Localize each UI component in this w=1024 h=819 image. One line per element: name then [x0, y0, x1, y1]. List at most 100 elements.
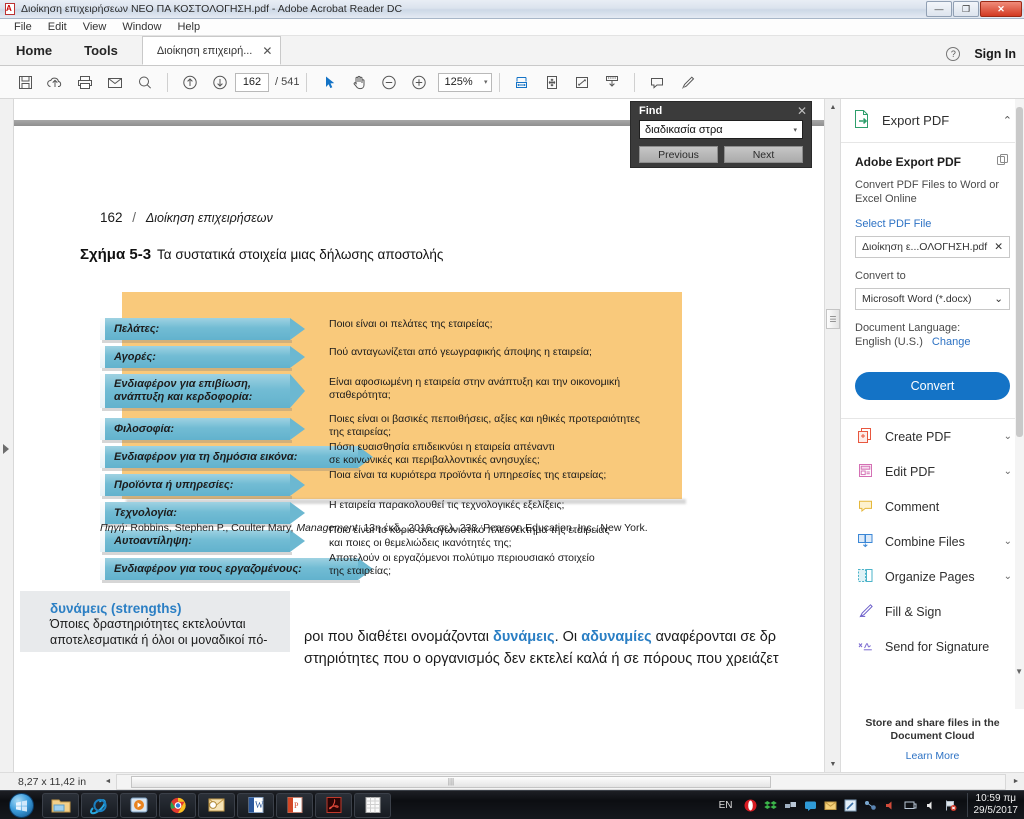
taskbar-clock[interactable]: 10:59 πμ 29/5/2017 — [966, 793, 1018, 817]
taskbar-media-player[interactable] — [120, 792, 157, 818]
print-icon[interactable] — [70, 67, 100, 97]
search-icon[interactable] — [130, 67, 160, 97]
hand-tool-icon[interactable] — [344, 67, 374, 97]
tool-icon[interactable] — [843, 798, 858, 813]
scroll-left-icon[interactable]: ◄ — [100, 774, 116, 790]
find-next-button[interactable]: Next — [724, 146, 803, 163]
network-icon[interactable] — [783, 798, 798, 813]
select-tool-icon[interactable] — [314, 67, 344, 97]
speaker-icon[interactable] — [883, 798, 898, 813]
learn-more-link[interactable]: Learn More — [851, 750, 1014, 762]
taskbar-outlook[interactable] — [198, 792, 235, 818]
document-language-value: English (U.S.) — [855, 336, 923, 348]
close-icon[interactable]: ✕ — [797, 104, 807, 118]
tools-panel-scrollbar[interactable]: ▼ — [1015, 99, 1024, 772]
highlight-icon[interactable] — [672, 67, 702, 97]
export-pdf-header[interactable]: Export PDF ⌃ — [841, 99, 1024, 143]
upload-cloud-icon[interactable] — [40, 67, 70, 97]
diagram-row-label-line: Ενδιαφέρον για επιβίωση, — [114, 378, 251, 390]
scroll-up-icon[interactable]: ▲ — [825, 99, 840, 115]
chevron-down-icon[interactable]: ▾ — [793, 126, 797, 134]
taskbar-google-chrome[interactable] — [159, 792, 196, 818]
volume-icon[interactable] — [923, 798, 938, 813]
selected-file-field[interactable]: Διοίκηση ε...ΟΛΟΓΗΣΗ.pdf ✕ — [855, 236, 1010, 258]
organize-pages-icon — [857, 567, 874, 587]
body-text-column: ροι που διαθέτει ονομάζονται δυνάμεις. Ο… — [304, 626, 824, 666]
display-icon[interactable] — [903, 798, 918, 813]
copy-icon[interactable] — [996, 153, 1010, 170]
tab-document[interactable]: Διοίκηση επιχειρή... ✕ — [141, 36, 282, 65]
mail-icon[interactable] — [823, 798, 838, 813]
taskbar-spreadsheet[interactable] — [354, 792, 391, 818]
next-page-icon[interactable] — [205, 67, 235, 97]
expand-navigation-icon[interactable] — [3, 444, 9, 454]
taskbar-adobe-reader[interactable] — [315, 792, 352, 818]
tools-scroll-down-icon[interactable]: ▼ — [1015, 667, 1023, 676]
scroll-right-icon[interactable]: ► — [1008, 774, 1024, 790]
language-indicator[interactable]: EN — [719, 800, 733, 811]
menu-item-help[interactable]: Help — [169, 20, 208, 34]
fit-page-icon[interactable] — [537, 67, 567, 97]
taskbar-windows-explorer[interactable] — [42, 792, 79, 818]
chevron-up-icon[interactable]: ⌃ — [1003, 114, 1012, 127]
document-vertical-scrollbar[interactable]: ▲ ☰ ▼ — [824, 99, 840, 772]
opera-icon[interactable] — [743, 798, 758, 813]
chevron-down-icon[interactable]: ⌄ — [1004, 431, 1012, 442]
sign-in-button[interactable]: Sign In — [974, 47, 1016, 61]
menu-item-file[interactable]: File — [6, 20, 40, 34]
chevron-down-icon[interactable]: ⌄ — [1004, 571, 1012, 582]
flag-alert-icon[interactable] — [943, 798, 958, 813]
taskbar-internet-explorer[interactable] — [81, 792, 118, 818]
save-icon[interactable] — [10, 67, 40, 97]
horizontal-scrollbar[interactable]: ||| — [116, 773, 1006, 790]
close-button[interactable]: ✕ — [980, 1, 1022, 17]
share-icon[interactable] — [863, 798, 878, 813]
tab-home[interactable]: Home — [0, 36, 68, 65]
dropbox-icon[interactable] — [763, 798, 778, 813]
chevron-down-icon[interactable]: ⌄ — [1004, 536, 1012, 547]
page-total-label: / 541 — [275, 76, 300, 88]
tool-comment[interactable]: Comment — [841, 489, 1024, 524]
menu-item-window[interactable]: Window — [114, 20, 169, 34]
tab-tools[interactable]: Tools — [68, 36, 134, 65]
clear-file-icon[interactable]: ✕ — [994, 241, 1003, 253]
convert-button[interactable]: Convert — [855, 372, 1010, 400]
select-pdf-file-link[interactable]: Select PDF File — [855, 218, 1010, 230]
tool-fill-sign[interactable]: Fill & Sign — [841, 594, 1024, 629]
tool-send-for-signature[interactable]: Send for Signature — [841, 629, 1024, 664]
convert-to-select[interactable]: Microsoft Word (*.docx) ⌄ — [855, 288, 1010, 310]
left-navigation-rail[interactable] — [0, 99, 14, 772]
tool-combine-files[interactable]: Combine Files ⌄ — [841, 524, 1024, 559]
find-previous-button[interactable]: Previous — [639, 146, 718, 163]
fit-width-icon[interactable] — [507, 67, 537, 97]
messenger-icon[interactable] — [803, 798, 818, 813]
menu-item-edit[interactable]: Edit — [40, 20, 75, 34]
help-icon[interactable]: ? — [946, 47, 961, 61]
zoom-level-select[interactable]: 125% ▾ — [438, 72, 493, 92]
minimize-button[interactable]: — — [926, 1, 952, 17]
previous-page-icon[interactable] — [175, 67, 205, 97]
tool-edit-pdf[interactable]: Edit PDF ⌄ — [841, 454, 1024, 489]
find-input[interactable]: διαδικασία στρα ▾ — [639, 120, 803, 139]
zoom-out-icon[interactable] — [374, 67, 404, 97]
scroll-down-icon[interactable]: ▼ — [825, 756, 840, 772]
tool-create-pdf[interactable]: Create PDF ⌄ — [841, 419, 1024, 454]
zoom-in-icon[interactable] — [404, 67, 434, 97]
page-number-input[interactable]: 162 — [235, 72, 269, 92]
menu-item-view[interactable]: View — [75, 20, 115, 34]
zoom-selection-icon[interactable] — [567, 67, 597, 97]
chevron-down-icon[interactable]: ⌄ — [1004, 466, 1012, 477]
taskbar-ms-word[interactable]: W — [237, 792, 274, 818]
vertical-scroll-thumb[interactable]: ☰ — [826, 309, 840, 329]
tools-panel-scroll-thumb[interactable] — [1016, 107, 1023, 437]
taskbar-ms-publisher[interactable]: P — [276, 792, 313, 818]
maximize-button[interactable]: ❐ — [953, 1, 979, 17]
close-icon[interactable]: ✕ — [262, 44, 272, 58]
comment-icon[interactable] — [642, 67, 672, 97]
horizontal-scroll-thumb[interactable]: ||| — [131, 775, 771, 788]
start-button[interactable] — [0, 792, 42, 819]
tool-organize-pages[interactable]: Organize Pages ⌄ — [841, 559, 1024, 594]
scroll-mode-icon[interactable] — [597, 67, 627, 97]
email-icon[interactable] — [100, 67, 130, 97]
change-language-link[interactable]: Change — [932, 336, 971, 348]
